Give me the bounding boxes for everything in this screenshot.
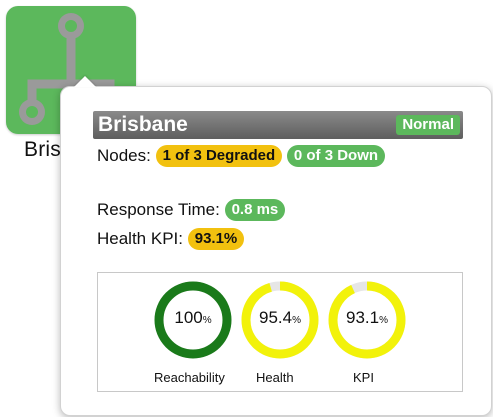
kpi-gauge: 93.1% — [326, 279, 408, 361]
health-gauge: 95.4% — [239, 279, 321, 361]
node-details-popup: Brisbane Normal Nodes: 1 of 3 Degraded 0… — [60, 86, 492, 416]
gauge-value: 93.1% — [346, 308, 388, 327]
nodes-degraded-badge: 1 of 3 Degraded — [155, 145, 283, 167]
nodes-label: Nodes: — [97, 146, 151, 165]
gauge-value: 95.4% — [259, 308, 301, 327]
status-badge: Normal — [396, 115, 460, 135]
gauges-panel: 100% 95.4% 93.1% Reachability Health KPI — [97, 272, 463, 392]
health-label: Health — [256, 370, 294, 385]
health-kpi-badge: 93.1% — [187, 228, 245, 250]
gauge-value: 100% — [174, 308, 212, 327]
reachability-gauge: 100% — [152, 279, 234, 361]
response-time-row: Response Time: 0.8 ms — [97, 199, 286, 221]
popup-header: Brisbane Normal — [93, 111, 463, 139]
kpi-label: KPI — [353, 370, 374, 385]
popup-title: Brisbane — [98, 113, 188, 136]
response-time-badge: 0.8 ms — [224, 199, 286, 221]
node-name-label[interactable]: Bris — [24, 138, 61, 162]
nodes-down-badge: 0 of 3 Down — [286, 145, 386, 167]
nodes-row: Nodes: 1 of 3 Degraded 0 of 3 Down — [97, 145, 386, 167]
popup-caret — [74, 76, 96, 87]
response-time-label: Response Time: — [97, 200, 220, 219]
health-kpi-label: Health KPI: — [97, 229, 183, 248]
reachability-label: Reachability — [154, 370, 225, 385]
health-kpi-row: Health KPI: 93.1% — [97, 228, 245, 250]
